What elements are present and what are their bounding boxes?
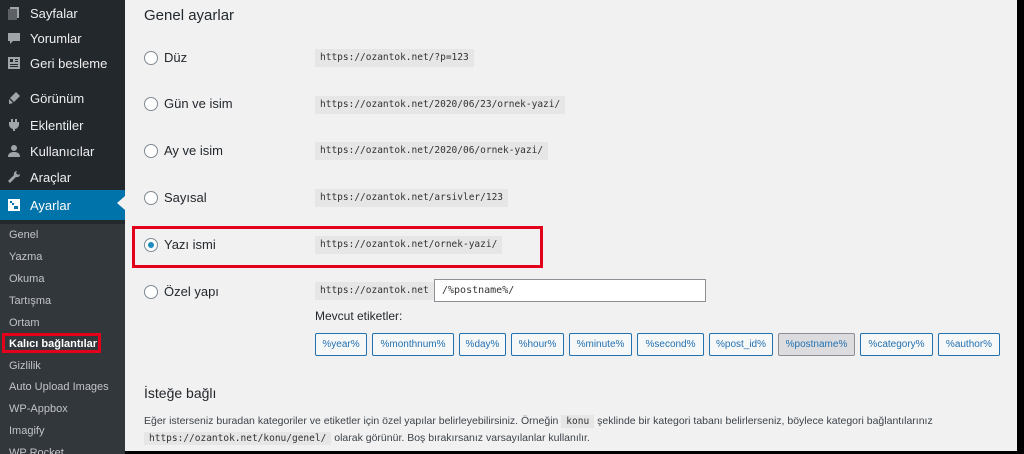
submenu-item-wp-rocket[interactable]: WP Rocket: [9, 446, 64, 454]
example-url-month-and-name: https://ozantok.net/2020/06/ornek-yazi/: [315, 142, 549, 160]
tag-day-button[interactable]: %day%: [459, 333, 506, 356]
radio-month-and-name[interactable]: [144, 143, 158, 158]
optional-description-line2: https://ozantok.net/konu/genel/ olarak g…: [144, 432, 590, 445]
sidebar-item-label: Geri besleme: [30, 55, 108, 71]
example-url-plain: https://ozantok.net/?p=123: [315, 49, 474, 67]
submenu-item-wp-appbox[interactable]: WP-Appbox: [9, 402, 68, 416]
submenu-item-media[interactable]: Ortam: [9, 316, 40, 330]
sidebar-item-feedback[interactable]: Geri besleme: [0, 50, 125, 76]
submenu-item-discussion[interactable]: Tartışma: [9, 294, 51, 308]
option-label: Özel yapı: [164, 284, 219, 299]
feedback-icon: [7, 56, 21, 70]
appearance-icon: [7, 91, 21, 105]
sidebar-item-label: Kullanıcılar: [30, 143, 95, 159]
radio-custom-structure[interactable]: [144, 284, 158, 299]
custom-structure-input[interactable]: /%postname%/: [434, 279, 706, 302]
option-label: Ay ve isim: [164, 143, 223, 158]
option-label: Düz: [164, 50, 188, 65]
option-label: Sayısal: [164, 190, 207, 205]
submenu-item-reading[interactable]: Okuma: [9, 272, 44, 286]
section-title-optional: İsteğe bağlı: [144, 385, 217, 401]
sidebar-item-label: Araçlar: [30, 169, 72, 185]
pages-icon: [7, 6, 21, 20]
submenu-item-general[interactable]: Genel: [9, 228, 38, 242]
submenu-item-privacy[interactable]: Gizlilik: [9, 359, 41, 373]
example-url-day-and-name: https://ozantok.net/2020/06/23/ornek-yaz…: [315, 96, 566, 114]
option-numeric[interactable]: Sayısal: [144, 190, 207, 205]
sidebar-item-appearance[interactable]: Görünüm: [0, 85, 125, 111]
description-text: şeklinde bir kategori tabanı belirlersen…: [597, 415, 933, 427]
sidebar-item-plugins[interactable]: Eklentiler: [0, 112, 125, 138]
main-content: Genel ayarlar Düz https://ozantok.net/?p…: [125, 0, 1017, 451]
option-label: Gün ve isim: [164, 96, 233, 111]
sidebar-item-comments[interactable]: Yorumlar: [0, 25, 125, 51]
available-tags-label: Mevcut etiketler:: [315, 309, 403, 323]
plugins-icon: [7, 118, 21, 132]
settings-icon: [7, 198, 21, 212]
submenu-item-writing[interactable]: Yazma: [9, 250, 42, 264]
tag-hour-button[interactable]: %hour%: [511, 333, 564, 356]
tag-year-button[interactable]: %year%: [315, 333, 367, 356]
option-day-and-name[interactable]: Gün ve isim: [144, 96, 233, 111]
description-code: https://ozantok.net/konu/genel/: [144, 432, 332, 445]
comments-icon: [7, 31, 21, 45]
description-text: olarak görünür. Boş bırakırsanız varsayı…: [334, 432, 590, 444]
example-url-numeric: https://ozantok.net/arsivler/123: [315, 189, 509, 207]
tag-author-button[interactable]: %author%: [938, 333, 1000, 356]
option-plain[interactable]: Düz: [144, 50, 187, 65]
users-icon: [7, 144, 21, 158]
highlight-box-post-name: [132, 226, 543, 268]
optional-description-line1: Eğer isterseniz buradan kategoriler ve e…: [144, 415, 933, 428]
tools-icon: [7, 170, 21, 184]
sidebar-item-label: Ayarlar: [30, 197, 71, 213]
option-month-and-name[interactable]: Ay ve isim: [144, 143, 223, 158]
description-code: konu: [561, 415, 595, 428]
tag-monthnum-button[interactable]: %monthnum%: [372, 333, 454, 356]
sidebar-item-tools[interactable]: Araçlar: [0, 164, 125, 190]
option-custom-structure[interactable]: Özel yapı: [144, 284, 219, 299]
radio-plain[interactable]: [144, 50, 158, 65]
sidebar-item-label: Eklentiler: [30, 117, 84, 133]
radio-day-and-name[interactable]: [144, 96, 158, 111]
tag-second-button[interactable]: %second%: [637, 333, 704, 356]
description-text: Eğer isterseniz buradan kategoriler ve e…: [144, 415, 559, 427]
sidebar-item-label: Sayfalar: [30, 5, 78, 21]
sidebar-item-settings[interactable]: Ayarlar: [0, 190, 125, 220]
radio-numeric[interactable]: [144, 190, 158, 205]
admin-sidebar: Sayfalar Yorumlar Geri besleme Görünüm E…: [0, 0, 125, 454]
tag-postname-button[interactable]: %postname%: [778, 333, 855, 356]
tag-category-button[interactable]: %category%: [860, 333, 933, 356]
tag-post-id-button[interactable]: %post_id%: [709, 333, 773, 356]
sidebar-item-label: Görünüm: [30, 90, 85, 106]
custom-structure-prefix: https://ozantok.net: [315, 282, 434, 300]
sidebar-item-pages[interactable]: Sayfalar: [0, 0, 125, 26]
sidebar-item-users[interactable]: Kullanıcılar: [0, 138, 125, 164]
submenu-item-auto-upload-images[interactable]: Auto Upload Images: [9, 380, 109, 394]
submenu-item-imagify[interactable]: Imagify: [9, 424, 44, 438]
tag-minute-button[interactable]: %minute%: [569, 333, 632, 356]
section-title-general: Genel ayarlar: [144, 7, 235, 24]
sidebar-item-label: Yorumlar: [30, 30, 82, 46]
highlight-box-permalinks: [2, 333, 101, 353]
